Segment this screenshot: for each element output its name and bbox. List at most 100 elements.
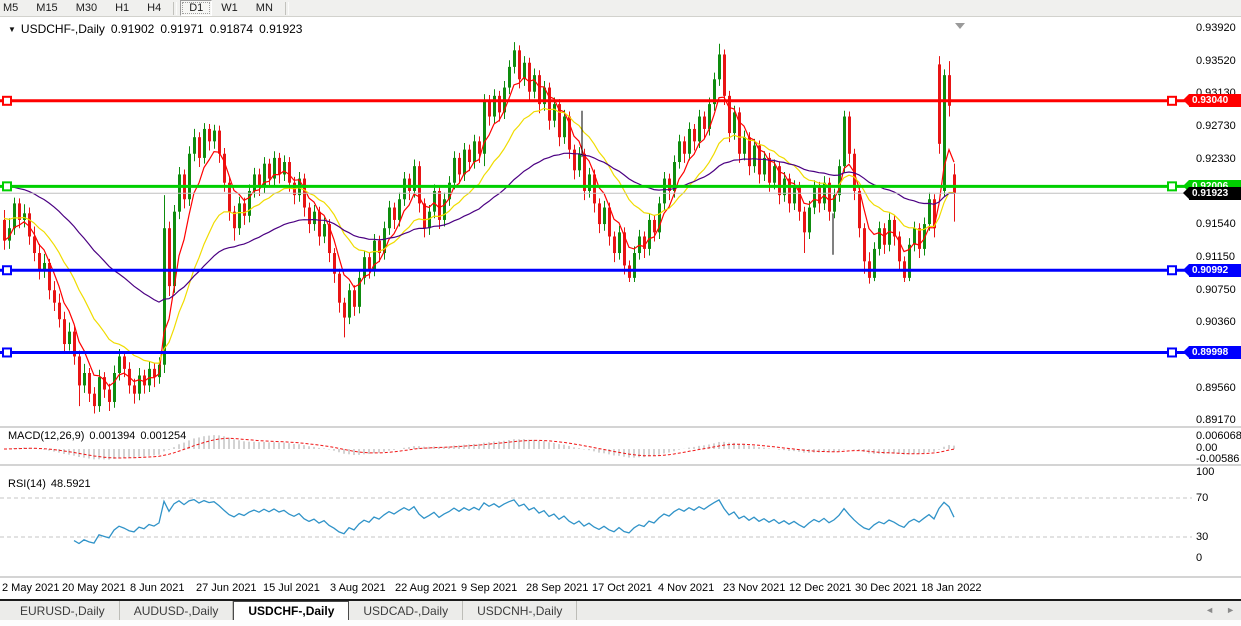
date-tick-label: 3 Aug 2021 [330,582,386,594]
candle-body [233,212,236,229]
date-tick-label: 30 Dec 2021 [855,582,917,594]
candle-body [523,63,526,80]
price-tick-label: 0.91150 [1196,251,1235,263]
line-handle[interactable] [1168,266,1176,274]
candle-body [133,385,136,393]
candle-body [688,129,691,154]
timeframe-h4-button[interactable]: H4 [138,0,170,16]
candle-body [953,174,956,193]
chart-shift-marker-icon[interactable] [955,23,965,29]
candle-body [458,158,461,175]
price-tick-label: 0.93520 [1196,55,1236,67]
rsi-indicator-label: RSI(14)48.5921 [8,478,96,490]
hline-price-tag: 0.90992 [1189,264,1241,277]
candle-body [118,356,121,373]
candle-body [123,356,126,368]
candle-body [363,257,366,278]
candle-body [793,187,796,204]
date-tick-label: 9 Sep 2021 [461,582,517,594]
date-tick-label: 18 Jan 2022 [921,582,982,594]
tab-scroll-right-icon[interactable]: ► [1226,604,1235,616]
candle-body [808,208,811,233]
tab-eurusd[interactable]: EURUSD-,Daily [6,601,120,620]
current-price-tag: 0.91923 [1189,187,1241,200]
candle-body [773,166,776,183]
price-tick-label: 0.89560 [1196,382,1236,394]
candle-body [343,303,346,318]
line-handle[interactable] [3,182,11,190]
line-handle[interactable] [3,266,11,274]
candle-body [803,212,806,233]
tab-usdchf[interactable]: USDCHF-,Daily [233,601,349,620]
candle-body [753,145,756,166]
candle-body [368,257,371,269]
date-tick-label: 8 Jun 2021 [130,582,184,594]
line-handle[interactable] [3,97,11,105]
candle-body [533,75,536,92]
candle-body [138,375,141,393]
rsi-tick-label: 0 [1196,552,1202,564]
candle-body [578,154,581,171]
candle-body [633,253,636,278]
candle-body [848,117,851,154]
close-value: 0.91923 [259,22,302,36]
price-tick-label: 0.92330 [1196,153,1236,165]
tab-audusd[interactable]: AUDUSD-,Daily [120,601,234,620]
candle-body [913,228,916,245]
candle-body [23,213,26,220]
candle-body [13,203,16,228]
rsi-name: RSI(14) [8,478,46,490]
macd-name: MACD(12,26,9) [8,430,84,442]
tab-usdcad[interactable]: USDCAD-,Daily [349,601,463,620]
candle-body [603,208,606,225]
tab-scroll-arrows: ◄ ► [1205,604,1235,616]
candle-body [148,369,151,386]
price-tick-label: 0.90360 [1196,316,1236,328]
candle-body [63,319,66,344]
date-tick-label: 23 Nov 2021 [723,582,785,594]
candle-body [218,131,221,154]
candle-body [208,129,211,141]
candle-body [513,50,516,67]
tab-scroll-left-icon[interactable]: ◄ [1205,604,1214,616]
timeframe-h1-button[interactable]: H1 [106,0,138,16]
candle-body [348,290,351,317]
line-handle[interactable] [1168,182,1176,190]
candle-body [653,220,656,232]
chart-window: M5 M15 M30 H1 H4 D1 W1 MN ▼ USDCHF-,Daily… [0,0,1241,626]
macd-main-value: 0.001394 [89,430,135,442]
timeframe-w1-button[interactable]: W1 [212,0,247,16]
candle-body [843,117,846,167]
timeframe-d1-button[interactable]: D1 [180,0,212,16]
line-handle[interactable] [1168,97,1176,105]
candle-body [518,50,521,79]
timeframe-m30-button[interactable]: M30 [67,0,106,16]
macd-tick-label: -0.00586 [1196,453,1239,465]
timeframe-mn-button[interactable]: MN [247,0,282,16]
timeframe-m5-button[interactable]: M5 [0,0,27,16]
candle-body [723,54,726,95]
collapse-ohlc-icon[interactable]: ▼ [8,25,16,34]
macd-indicator-label: MACD(12,26,9)0.0013940.001254 [8,430,191,442]
timeframe-m15-button[interactable]: M15 [27,0,66,16]
candle-body [918,228,921,249]
candle-body [353,290,356,307]
candle-body [528,63,531,92]
candle-body [198,137,201,158]
toolbar-separator [173,2,177,15]
tab-usdcnh[interactable]: USDCNH-,Daily [463,601,577,620]
chart-plot-area[interactable] [0,0,1241,599]
toolbar-separator [285,2,289,15]
candle-body [763,158,766,175]
timeframe-buttons: M5 M15 M30 H1 H4 D1 W1 MN [0,0,292,16]
line-handle[interactable] [3,348,11,356]
moving-average-line-50 [4,153,954,302]
candle-body [78,356,81,385]
line-handle[interactable] [1168,348,1176,356]
candle-body [478,141,481,153]
candle-body [168,228,171,286]
candle-body [618,232,621,253]
moving-average-line-6 [4,77,954,386]
candle-body [498,96,501,113]
candle-body [38,253,41,271]
